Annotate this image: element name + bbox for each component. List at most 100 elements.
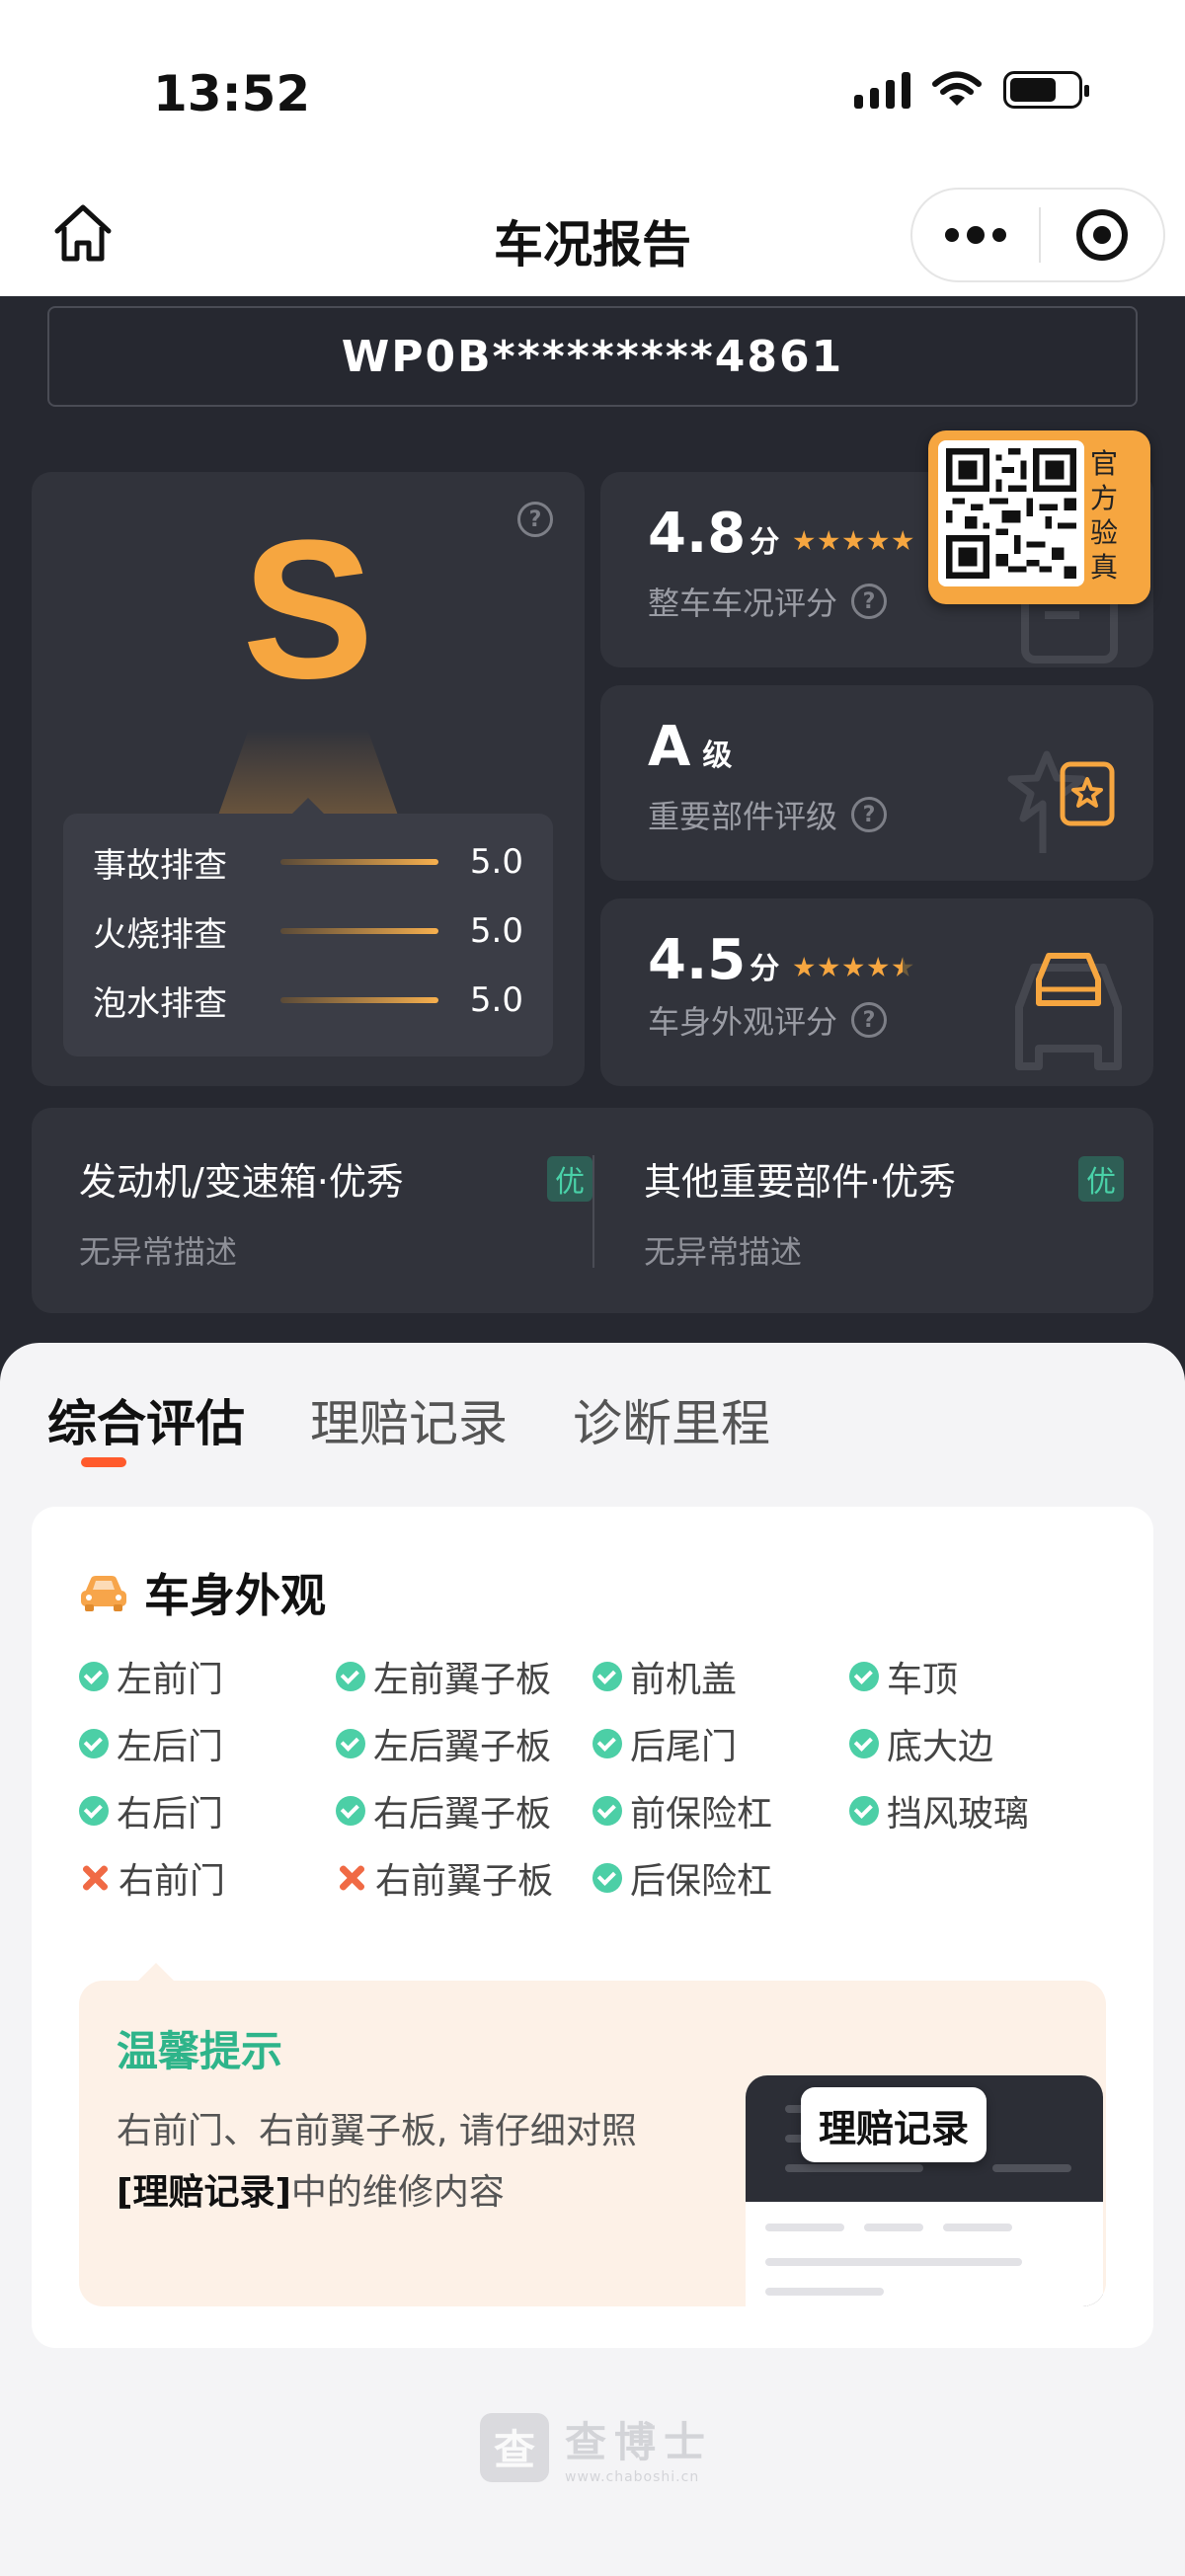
part-item: 前保险杠 [592,1789,849,1834]
part-item: 左前翼子板 [336,1655,592,1700]
part-item: 底大边 [849,1722,1106,1767]
check-label: 火烧排查 [93,914,227,955]
tab-diagnostic-mileage[interactable]: 诊断里程 [573,1384,770,1455]
official-verify-qr[interactable]: 官方验真 [928,430,1150,604]
star-icon [867,957,889,977]
star-icon [793,957,815,977]
active-tab-indicator [81,1457,126,1467]
brand-url: www.chaboshi.cn [565,2469,700,2485]
claim-records-preview-image: 理赔记录 [746,2075,1103,2306]
check-value: 5.0 [469,842,523,882]
part-item: 左前门 [79,1655,336,1700]
check-ok-icon [849,1662,879,1691]
check-ok-icon [849,1729,879,1758]
status-bar: 13:52 [0,0,1185,178]
check-ok-icon [79,1662,109,1691]
performance-title: 发动机/变速箱·优秀 [79,1160,404,1204]
performance-card: 发动机/变速箱·优秀 优 无异常描述 其他重要部件·优秀 优 无异常描述 [32,1108,1153,1313]
check-bar [280,859,438,865]
nav-bar: 车况报告 [0,178,1185,296]
status-icons [854,71,1089,109]
grade-card: ? S 事故排查 5.0 火烧排查 5.0 泡水排查 5.0 [32,472,585,1086]
parts-grade-label: 重要部件评级 [648,798,838,835]
more-icon[interactable] [912,190,1039,280]
part-item: 右后翼子板 [336,1789,592,1834]
check-value: 5.0 [469,980,523,1020]
part-item: 后尾门 [592,1722,849,1767]
section-title: 车身外观 [144,1569,326,1622]
battery-icon [1003,71,1089,109]
detail-sheet: 综合评估 理赔记录 诊断里程 车身外观 左前门 左前翼子板 前机盖 车顶 左后门… [0,1343,1185,2576]
brand-name: 查博士 [565,2418,714,2466]
car-front-icon [1015,953,1122,1070]
help-icon[interactable]: ? [851,797,888,832]
claim-records-link[interactable]: [理赔记录] [117,2172,291,2213]
check-label: 事故排查 [93,845,227,886]
vin-display: WP0B*********4861 [47,306,1138,407]
check-bar [280,928,438,934]
exterior-star-rating [793,957,913,978]
exterior-score-value: 4.5 [648,928,747,992]
logo-icon: 查 [480,2412,549,2482]
signal-icon [854,71,910,109]
wifi-icon [932,71,982,106]
tab-overall-assessment[interactable]: 综合评估 [47,1384,245,1455]
qr-code[interactable] [938,440,1084,586]
part-item: 后保险杠 [592,1856,849,1902]
tab-bar: 综合评估 理赔记录 诊断里程 [47,1384,770,1455]
help-icon[interactable]: ? [851,584,888,619]
check-ok-icon [592,1796,622,1826]
part-item: 车顶 [849,1655,1106,1700]
car-icon [81,1576,126,1611]
overall-score-value: 4.8 [648,502,747,566]
exterior-score-card[interactable]: 4.5 分 车身外观评分 ? [600,898,1153,1086]
check-ok-icon [592,1729,622,1758]
mini-program-capsule [910,188,1165,282]
check-value: 5.0 [469,911,523,951]
star-icon [818,530,839,551]
part-item: 左后门 [79,1722,336,1767]
claim-records-bubble: 理赔记录 [801,2087,988,2162]
status-time: 13:52 [153,65,311,122]
grade-letter: S [242,500,374,720]
star-icon [842,957,864,977]
part-item: 前机盖 [592,1655,849,1700]
check-flood: 泡水排查 5.0 [93,966,523,1035]
half-star-icon [892,957,913,977]
star-icon [793,530,815,551]
part-item-repaired: 右前翼子板 [336,1856,592,1902]
brand-logo: 查 查博士 www.chaboshi.cn [480,2409,713,2485]
part-item-repaired: 右前门 [79,1856,336,1902]
excellent-badge: 优 [547,1155,592,1202]
performance-desc: 无异常描述 [79,1233,238,1271]
check-list: 事故排查 5.0 火烧排查 5.0 泡水排查 5.0 [63,798,553,1056]
parts-grade-card[interactable]: A 级 重要部件评级 ? [600,685,1153,881]
check-ok-icon [336,1662,365,1691]
tip-title: 温馨提示 [117,2027,283,2075]
tip-text: 右前门、右前翼子板, 请仔细对照[理赔记录]中的维修内容 [117,2111,637,2213]
repair-tools-icon [336,1862,367,1894]
check-accident: 事故排查 5.0 [93,827,523,897]
part-item: 挡风玻璃 [849,1789,1106,1834]
check-fire: 火烧排查 5.0 [93,897,523,966]
check-ok-icon [849,1796,879,1826]
check-ok-icon [336,1796,365,1826]
parts-grade-value: A [648,715,691,779]
star-icon [818,957,839,977]
check-ok-icon [79,1729,109,1758]
check-bar [280,997,438,1003]
tab-claim-records[interactable]: 理赔记录 [310,1384,508,1455]
star-icon [892,530,913,551]
performance-other-parts[interactable]: 其他重要部件·优秀 优 无异常描述 [644,1151,1124,1273]
exterior-detail-card: 车身外观 左前门 左前翼子板 前机盖 车顶 左后门 左后翼子板 后尾门 底大边 … [32,1507,1153,2348]
help-icon[interactable]: ? [851,1002,888,1038]
performance-engine[interactable]: 发动机/变速箱·优秀 优 无异常描述 [79,1151,592,1273]
overall-score-unit: 分 [750,525,780,560]
check-label: 泡水排查 [93,983,227,1024]
close-program-icon[interactable] [1041,209,1163,261]
check-ok-icon [79,1796,109,1826]
check-ok-icon [592,1662,622,1691]
overall-star-rating [793,530,913,552]
performance-desc: 无异常描述 [644,1233,803,1271]
part-item: 右后门 [79,1789,336,1834]
